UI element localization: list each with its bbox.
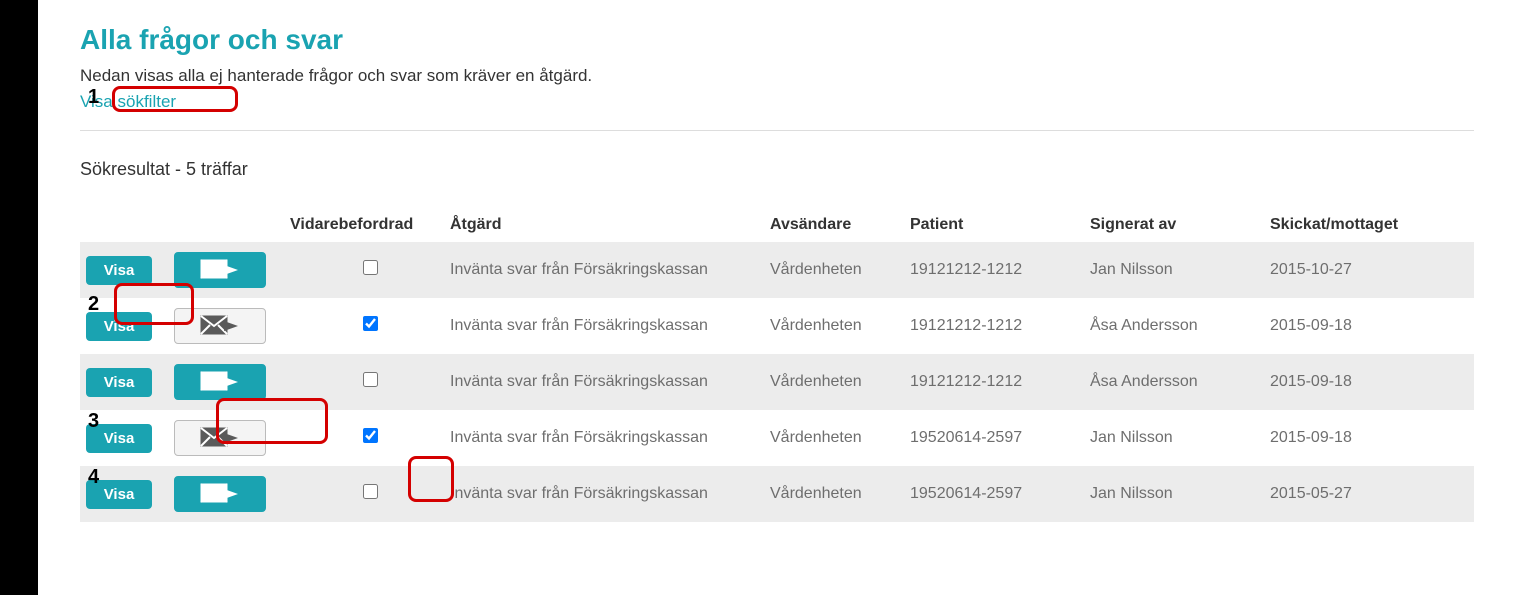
col-patient: Patient (910, 216, 1090, 234)
forward-mail-icon (200, 315, 240, 337)
vidarebefordrad-checkbox[interactable] (363, 260, 378, 275)
left-black-bar (0, 0, 38, 595)
cell-avsandare: Vårdenheten (770, 429, 910, 447)
cell-atgard: Invänta svar från Försäkringskassan (450, 261, 770, 279)
forward-button[interactable] (174, 476, 266, 512)
cell-signerat: Åsa Andersson (1090, 317, 1270, 335)
cell-skickat: 2015-10-27 (1270, 261, 1450, 279)
page-title: Alla frågor och svar (80, 24, 1474, 56)
show-filter-link[interactable]: Visa sökfilter (80, 92, 176, 112)
cell-skickat: 2015-09-18 (1270, 317, 1450, 335)
cell-atgard: Invänta svar från Försäkringskassan (450, 429, 770, 447)
search-result-count: Sökresultat - 5 träffar (80, 159, 1474, 180)
visa-button[interactable]: Visa (86, 256, 152, 285)
col-skickat-mottaget: Skickat/mottaget (1270, 216, 1450, 234)
forward-mail-icon (200, 483, 240, 505)
forward-button[interactable] (174, 364, 266, 400)
cell-patient: 19520614-2597 (910, 485, 1090, 503)
page-subtitle: Nedan visas alla ej hanterade frågor och… (80, 66, 1474, 86)
divider (80, 130, 1474, 131)
forward-mail-icon (200, 427, 240, 449)
cell-avsandare: Vårdenheten (770, 317, 910, 335)
vidarebefordrad-checkbox[interactable] (363, 484, 378, 499)
vidarebefordrad-checkbox[interactable] (363, 428, 378, 443)
cell-atgard: Invänta svar från Försäkringskassan (450, 317, 770, 335)
visa-button[interactable]: Visa (86, 368, 152, 397)
forward-button[interactable] (174, 420, 266, 456)
vidarebefordrad-checkbox[interactable] (363, 372, 378, 387)
cell-signerat: Jan Nilsson (1090, 429, 1270, 447)
visa-button[interactable]: Visa (86, 312, 152, 341)
cell-patient: 19121212-1212 (910, 317, 1090, 335)
cell-skickat: 2015-05-27 (1270, 485, 1450, 503)
cell-patient: 19121212-1212 (910, 373, 1090, 391)
main-content: Alla frågor och svar Nedan visas alla ej… (38, 0, 1516, 595)
cell-signerat: Åsa Andersson (1090, 373, 1270, 391)
cell-avsandare: Vårdenheten (770, 261, 910, 279)
forward-button[interactable] (174, 252, 266, 288)
cell-avsandare: Vårdenheten (770, 485, 910, 503)
col-avsandare: Avsändare (770, 216, 910, 234)
results-table: Vidarebefordrad Åtgärd Avsändare Patient… (80, 208, 1474, 522)
visa-button[interactable]: Visa (86, 480, 152, 509)
col-signerat-av: Signerat av (1090, 216, 1270, 234)
table-header-row: Vidarebefordrad Åtgärd Avsändare Patient… (80, 208, 1474, 242)
forward-button[interactable] (174, 308, 266, 344)
cell-skickat: 2015-09-18 (1270, 373, 1450, 391)
col-vidarebefordrad: Vidarebefordrad (290, 216, 450, 234)
cell-avsandare: Vårdenheten (770, 373, 910, 391)
table-row: Visa Invänta svar från Försäkringskassan… (80, 354, 1474, 410)
cell-patient: 19121212-1212 (910, 261, 1090, 279)
forward-mail-icon (200, 371, 240, 393)
visa-button[interactable]: Visa (86, 424, 152, 453)
cell-skickat: 2015-09-18 (1270, 429, 1450, 447)
table-row: Visa Invänta svar från Försäkringskassan… (80, 466, 1474, 522)
table-row: Visa Invänta svar från Försäkringskassan… (80, 410, 1474, 466)
table-row: Visa Invänta svar från Försäkringskassan… (80, 242, 1474, 298)
cell-patient: 19520614-2597 (910, 429, 1090, 447)
table-row: Visa Invänta svar från Försäkringskassan… (80, 298, 1474, 354)
cell-atgard: Invänta svar från Försäkringskassan (450, 485, 770, 503)
cell-signerat: Jan Nilsson (1090, 261, 1270, 279)
vidarebefordrad-checkbox[interactable] (363, 316, 378, 331)
cell-signerat: Jan Nilsson (1090, 485, 1270, 503)
cell-atgard: Invänta svar från Försäkringskassan (450, 373, 770, 391)
col-atgard: Åtgärd (450, 216, 770, 234)
forward-mail-icon (200, 259, 240, 281)
